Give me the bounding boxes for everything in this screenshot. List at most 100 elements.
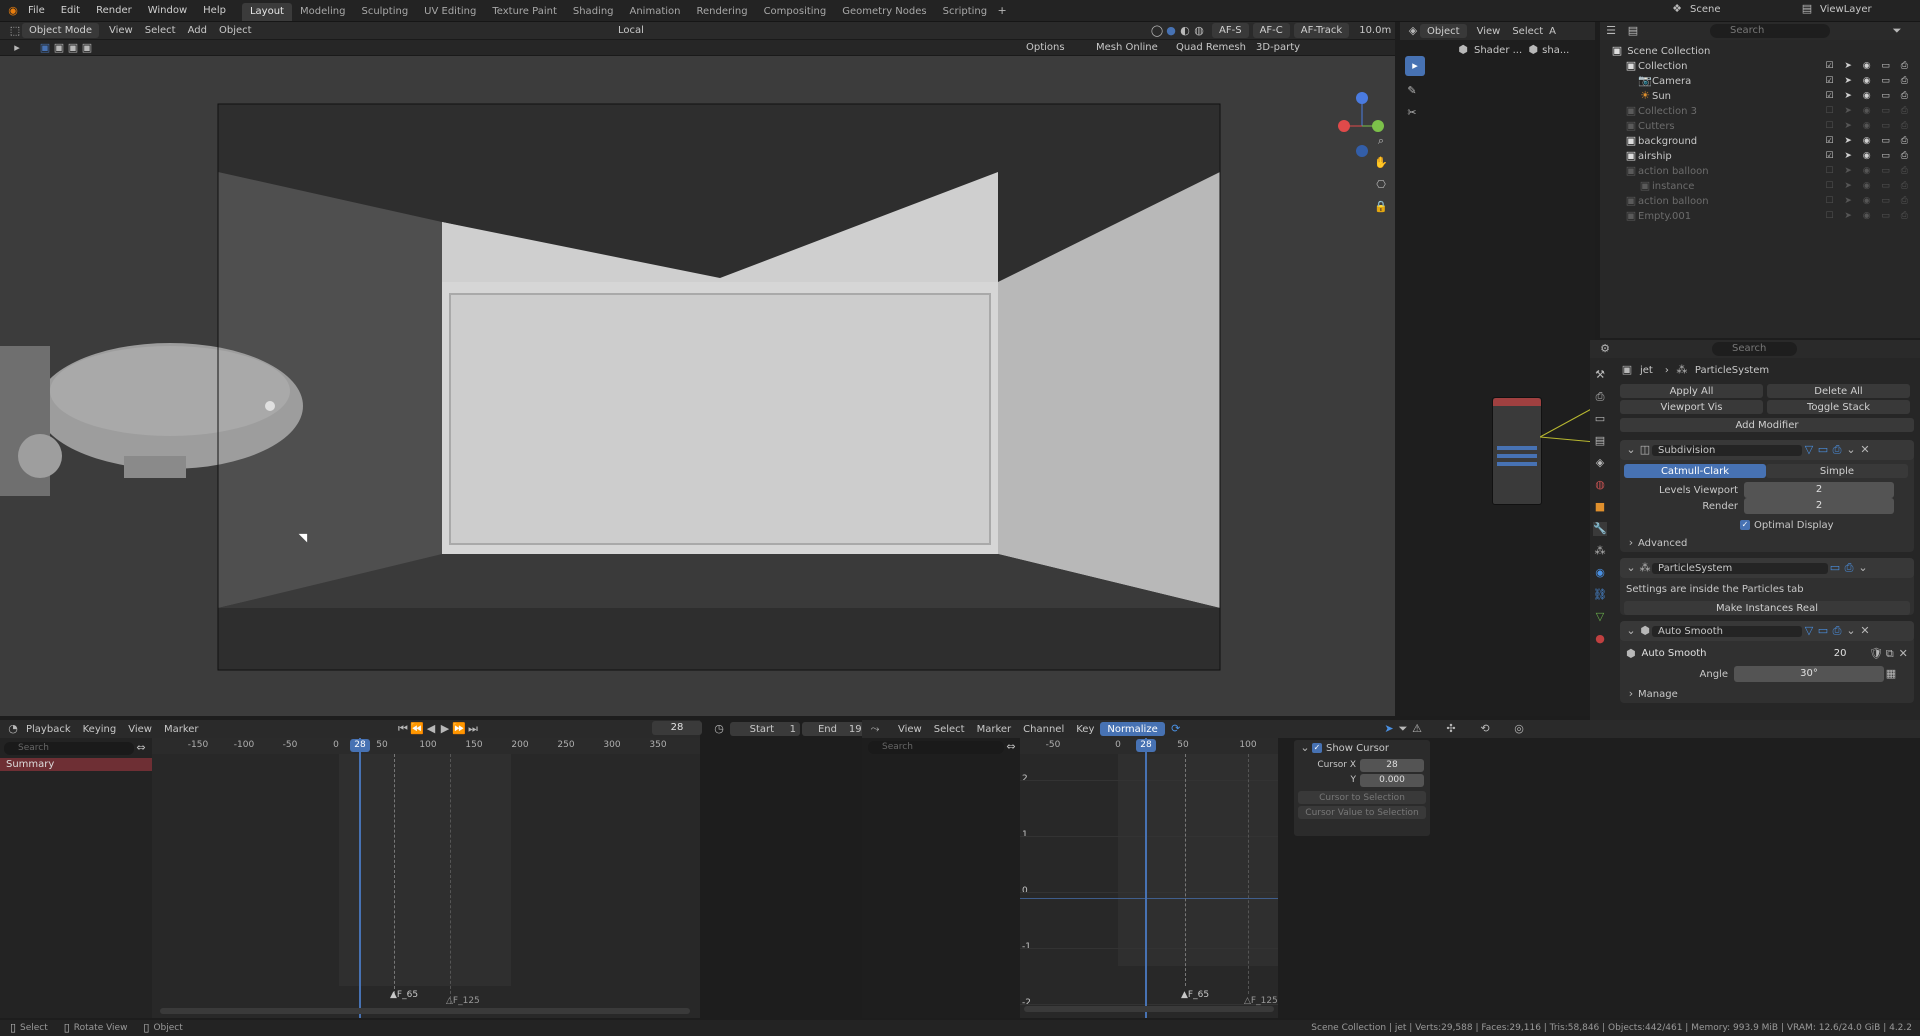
quad-remesh-dropdown[interactable]: Quad Remesh (1170, 42, 1252, 53)
outliner-type-icon[interactable]: ☰ (1604, 24, 1618, 38)
graph-playhead[interactable] (1145, 738, 1147, 1018)
lock-icon[interactable]: 🔒 (1374, 200, 1388, 214)
tab-compositing[interactable]: Compositing (756, 3, 835, 21)
graph-menu-channel[interactable]: Channel (1017, 724, 1070, 735)
visibility-toggles-icon[interactable]: ☑ ➤ ◉ ▭ ⎙ (1825, 89, 1912, 104)
render-tab-icon[interactable]: ⎙ (1593, 390, 1607, 404)
cursor-x-field[interactable]: 28 (1360, 758, 1424, 772)
tab-uv-editing[interactable]: UV Editing (416, 3, 484, 21)
proportional-icon[interactable]: ◎ (1512, 722, 1526, 736)
visibility-toggles-icon[interactable]: ☑ ➤ ◉ ▭ ⎙ (1825, 149, 1912, 164)
outliner-row[interactable]: ▣ Cutters ☐ ➤ ◉ ▭ ⎙ (1600, 119, 1920, 134)
catmull-clark-button[interactable]: Catmull-Clark (1624, 464, 1766, 478)
prev-key-icon[interactable]: ⏪ (410, 722, 424, 736)
viewport-display-icon[interactable]: ▭ (1816, 624, 1830, 638)
filter-icon[interactable]: ⏷ (1396, 722, 1410, 736)
data-tab-icon[interactable]: ▽ (1593, 610, 1607, 624)
graph-marker-f125[interactable]: △ F_125 (1244, 996, 1278, 1006)
remove-modifier-icon[interactable]: ✕ (1858, 624, 1872, 638)
constraints-tab-icon[interactable]: ⛓ (1593, 588, 1607, 602)
visibility-toggles-icon[interactable]: ☐ ➤ ◉ ▭ ⎙ (1825, 104, 1912, 119)
marker-f65[interactable]: ▲ F_65 (390, 990, 418, 1000)
outliner-row[interactable]: ▣ Collection 3 ☐ ➤ ◉ ▭ ⎙ (1600, 104, 1920, 119)
object-tab-icon[interactable]: ■ (1593, 500, 1607, 514)
graph-menu-key[interactable]: Key (1070, 724, 1100, 735)
edit-mode-icon[interactable]: ▽ (1802, 624, 1816, 638)
play-reverse-icon[interactable]: ◀ (424, 722, 438, 736)
node-editor[interactable]: ◈ Object View Select A ⬢ Shader ... ⬢ sh… (1400, 22, 1595, 716)
wireframe-shading-icon[interactable]: ◯ (1150, 24, 1164, 38)
scene-tab-icon[interactable]: ◈ (1593, 456, 1607, 470)
marker-f125[interactable]: △ F_125 (446, 996, 480, 1006)
add-workspace-icon[interactable]: + (995, 4, 1009, 18)
select-mode-icon[interactable]: ▣ (38, 41, 52, 55)
mode-dropdown[interactable]: Object Mode (22, 23, 99, 38)
show-cursor-row[interactable]: ⌄ ✓ Show Cursor (1294, 740, 1430, 756)
swap-icon[interactable]: ⇔ (1004, 740, 1018, 754)
node-menu-select[interactable]: Select (1506, 26, 1549, 37)
add-modifier-button[interactable]: Add Modifier (1620, 418, 1914, 432)
optimal-display-row[interactable]: ✓ Optimal Display (1740, 516, 1910, 534)
modifier-menu-icon[interactable]: ⌄ (1844, 443, 1858, 457)
menu-window[interactable]: Window (140, 0, 195, 22)
levels-viewport-field[interactable]: 2 (1744, 482, 1894, 498)
remove-modifier-icon[interactable]: ✕ (1858, 443, 1872, 457)
properties-search-input[interactable]: Search (1712, 342, 1797, 356)
viewport-display-icon[interactable]: ▭ (1816, 443, 1830, 457)
play-icon[interactable]: ▶ (438, 722, 452, 736)
graph-marker-f65[interactable]: ▲ F_65 (1181, 990, 1209, 1000)
outliner-row[interactable]: ▣ background ☑ ➤ ◉ ▭ ⎙ (1600, 134, 1920, 149)
sha-name[interactable]: sha... (1540, 45, 1571, 56)
collapse-icon[interactable]: ⌄ (1624, 561, 1638, 575)
node-editor-type-icon[interactable]: ◈ (1406, 24, 1420, 38)
advanced-subpanel[interactable]: › Advanced (1624, 534, 1914, 552)
make-instances-real-button[interactable]: Make Instances Real (1624, 601, 1910, 615)
menu-view[interactable]: View (122, 724, 158, 735)
toggle-stack-button[interactable]: Toggle Stack (1767, 400, 1910, 414)
visibility-toggles-icon[interactable]: ☐ ➤ ◉ ▭ ⎙ (1825, 179, 1912, 194)
angle-field[interactable]: 30° (1734, 666, 1884, 682)
jump-end-icon[interactable]: ⏭ (466, 722, 480, 736)
scene-selector[interactable]: ❖ Scene (1670, 2, 1784, 16)
collapse-icon[interactable]: ⌄ (1624, 624, 1638, 638)
visibility-toggles-icon[interactable]: ☑ ➤ ◉ ▭ ⎙ (1825, 59, 1912, 74)
outliner-row[interactable]: ☀ Sun ☑ ➤ ◉ ▭ ⎙ (1600, 89, 1920, 104)
blender-logo-icon[interactable]: ◉ (6, 4, 20, 18)
3d-viewport[interactable]: ⌕ ✋ ⎔ 🔒 (0, 56, 1395, 716)
solid-shading-icon[interactable]: ● (1164, 24, 1178, 38)
menu-file[interactable]: File (20, 0, 53, 22)
graph-menu-select[interactable]: Select (928, 724, 971, 735)
outliner-row[interactable]: ▣ action balloon ☐ ➤ ◉ ▭ ⎙ (1600, 194, 1920, 209)
tab-rendering[interactable]: Rendering (688, 3, 755, 21)
dope-playhead[interactable] (359, 738, 361, 1018)
af-c-button[interactable]: AF-C (1252, 23, 1290, 38)
tab-modeling[interactable]: Modeling (292, 3, 354, 21)
outliner-row[interactable]: ▣ Empty.001 ☐ ➤ ◉ ▭ ⎙ (1600, 209, 1920, 224)
next-key-icon[interactable]: ⏩ (452, 722, 466, 736)
dope-playhead-label[interactable]: 28 (350, 739, 370, 752)
dope-search-input[interactable]: Search (4, 741, 134, 755)
menu-help[interactable]: Help (195, 0, 234, 22)
outliner-row[interactable]: ▣ instance ☐ ➤ ◉ ▭ ⎙ (1600, 179, 1920, 194)
auto-smooth-name[interactable]: Auto Smooth (1652, 625, 1802, 637)
scene-collection-row[interactable]: ▣ Scene Collection (1600, 44, 1920, 59)
graph-playhead-label[interactable]: 28 (1136, 739, 1156, 752)
modifier-menu-icon[interactable]: ⌄ (1844, 624, 1858, 638)
zoom-icon[interactable]: ⌕ (1374, 134, 1388, 148)
viewport-vis-button[interactable]: Viewport Vis (1620, 400, 1763, 414)
simple-button[interactable]: Simple (1766, 464, 1908, 478)
select-invert-icon[interactable]: ▣ (80, 41, 94, 55)
particle-system-name[interactable]: ParticleSystem (1652, 562, 1828, 574)
cursor-y-field[interactable]: 0.000 (1360, 773, 1424, 787)
graph-menu-marker[interactable]: Marker (971, 724, 1018, 735)
manage-subpanel[interactable]: › Manage (1624, 685, 1914, 703)
display-mode-icon[interactable]: ▤ (1626, 24, 1640, 38)
node-thumbnail[interactable] (1492, 397, 1542, 505)
view-layer-selector[interactable]: ▤ ViewLayer (1800, 2, 1878, 16)
node-object-dropdown[interactable]: Object (1420, 24, 1467, 38)
render-display-icon[interactable]: ⎙ (1830, 624, 1844, 638)
modifier-tab-icon[interactable]: 🔧 (1593, 522, 1607, 536)
material-tab-icon[interactable]: ● (1593, 632, 1607, 646)
modifier-menu-icon[interactable]: ⌄ (1856, 561, 1870, 575)
render-levels-field[interactable]: 2 (1744, 498, 1894, 514)
